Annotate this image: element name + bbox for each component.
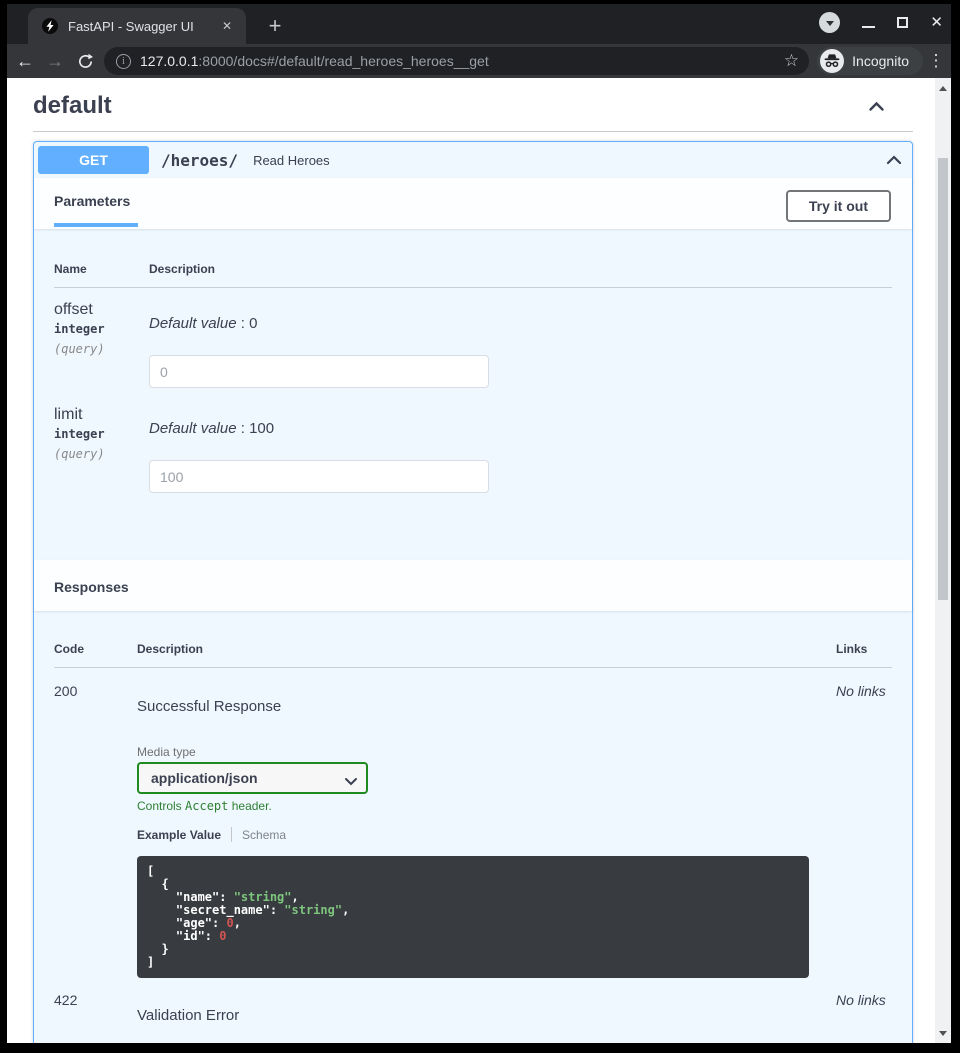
response-links: No links — [836, 683, 892, 978]
responses-table: Code Description Links 200 Successful Re… — [34, 611, 912, 1043]
incognito-label: Incognito — [852, 53, 909, 69]
param-type: integer — [54, 322, 149, 336]
example-json-code: [ { "name": "string", "secret_name": "st… — [137, 856, 809, 978]
col-header-name: Name — [54, 262, 149, 276]
scroll-down-icon[interactable] — [935, 1025, 951, 1041]
section-collapse-chevron-up-icon[interactable] — [868, 101, 885, 112]
param-name: limit — [54, 406, 149, 424]
parameter-row-limit: limit integer (query) Default value : 10… — [54, 406, 892, 511]
page-scrollbar[interactable] — [935, 78, 951, 1043]
incognito-icon — [820, 49, 844, 73]
scrollbar-thumb[interactable] — [938, 158, 948, 600]
maximize-icon[interactable] — [897, 17, 908, 28]
api-group-title: default — [33, 92, 112, 120]
site-info-icon[interactable]: i — [116, 54, 131, 69]
parameters-table: Name Description offset integer (query) … — [34, 229, 912, 560]
col-header-links: Links — [836, 642, 892, 656]
media-type-note: Controls Accept header. — [137, 799, 836, 813]
scroll-up-icon[interactable] — [935, 80, 951, 96]
operation-path: /heroes/ — [161, 151, 238, 170]
tab-strip: FastAPI - Swagger UI ✕ + ✕ — [7, 4, 951, 44]
browser-menu-icon[interactable]: ⋮ — [923, 51, 949, 71]
tab-close-icon[interactable]: ✕ — [218, 17, 236, 35]
url-bar[interactable]: i 127.0.0.1:8000/docs#/default/read_hero… — [104, 47, 809, 75]
close-window-icon[interactable]: ✕ — [930, 15, 943, 30]
tab-parameters[interactable]: Parameters — [54, 193, 138, 227]
response-row-200: 200 Successful Response Media type appli… — [54, 668, 892, 978]
param-input-limit[interactable] — [149, 460, 489, 493]
media-type-label: Media type — [137, 745, 836, 759]
responses-title: Responses — [54, 579, 129, 595]
window-menu-icon[interactable] — [819, 12, 840, 33]
url-host: 127.0.0.1 — [140, 53, 198, 69]
parameter-row-offset: offset integer (query) Default value : 0 — [54, 288, 892, 406]
reload-icon[interactable] — [70, 53, 100, 70]
url-text[interactable]: 127.0.0.1:8000/docs#/default/read_heroes… — [140, 53, 778, 69]
forward-icon[interactable]: → — [40, 51, 70, 72]
param-location: (query) — [54, 342, 149, 356]
col-header-description: Description — [149, 262, 892, 276]
operation-summary-text: Read Heroes — [253, 153, 330, 168]
param-default-value: : 100 — [237, 420, 275, 437]
col-header-code: Code — [54, 642, 137, 656]
tab-title: FastAPI - Swagger UI — [68, 19, 218, 34]
browser-tab[interactable]: FastAPI - Swagger UI ✕ — [28, 8, 246, 44]
operation-block-get-heroes: GET /heroes/ Read Heroes Parameters Try … — [33, 141, 913, 1043]
response-code: 200 — [54, 683, 137, 978]
page-content: default GET /heroes/ Read Heroes Paramet… — [7, 78, 935, 1043]
tab-schema[interactable]: Schema — [242, 828, 286, 842]
param-input-offset[interactable] — [149, 355, 489, 388]
section-divider — [33, 131, 913, 132]
param-default-value: : 0 — [237, 315, 258, 332]
param-default-label: Default value — [149, 315, 237, 332]
response-description: Successful Response — [137, 698, 836, 715]
back-icon[interactable]: ← — [10, 51, 40, 72]
http-method-badge: GET — [38, 146, 149, 174]
parameters-header: Parameters Try it out — [34, 178, 912, 229]
browser-toolbar: ← → i 127.0.0.1:8000/docs#/default/read_… — [7, 44, 951, 78]
response-links: No links — [836, 992, 892, 1024]
param-type: integer — [54, 427, 149, 441]
media-type-select[interactable]: application/json — [137, 762, 368, 794]
param-default-label: Default value — [149, 420, 237, 437]
tab-example-value[interactable]: Example Value — [137, 828, 221, 842]
responses-header: Responses — [34, 560, 912, 611]
incognito-badge: Incognito — [817, 47, 923, 75]
new-tab-icon[interactable]: + — [262, 14, 288, 38]
minimize-icon[interactable] — [862, 26, 875, 28]
bookmark-star-icon[interactable]: ☆ — [784, 51, 799, 71]
param-location: (query) — [54, 447, 149, 461]
response-description: Validation Error — [137, 1007, 836, 1024]
fastapi-favicon-icon — [42, 18, 58, 34]
operation-summary[interactable]: GET /heroes/ Read Heroes — [34, 142, 912, 178]
response-code: 422 — [54, 992, 137, 1024]
col-header-description: Description — [137, 642, 836, 656]
try-it-out-button[interactable]: Try it out — [786, 190, 891, 222]
operation-collapse-chevron-up-icon[interactable] — [886, 155, 902, 165]
response-row-422: 422 Validation Error No links — [54, 978, 892, 1024]
tab-separator — [231, 827, 232, 842]
param-name: offset — [54, 301, 149, 319]
url-path: :8000/docs#/default/read_heroes_heroes__… — [198, 53, 488, 69]
